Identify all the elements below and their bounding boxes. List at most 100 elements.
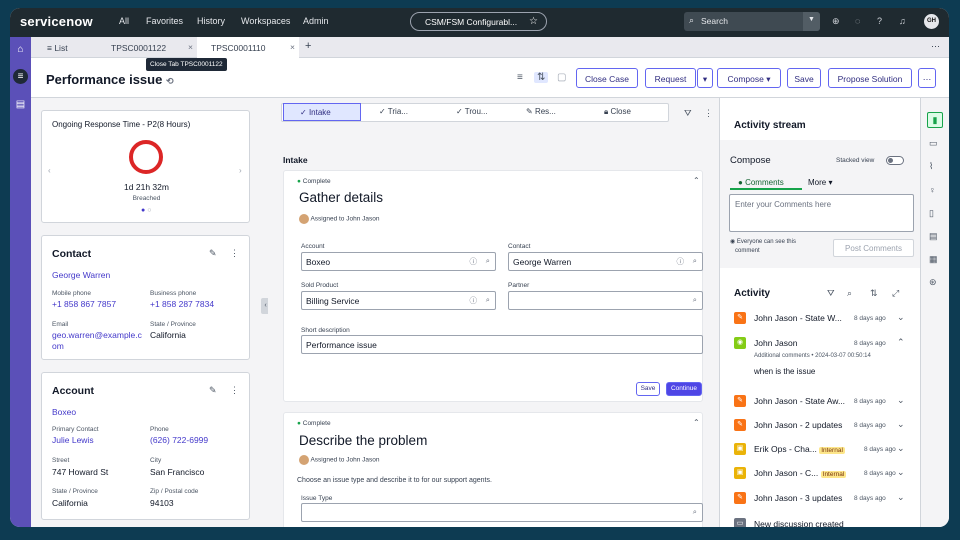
edit-icon[interactable]: ✎ bbox=[209, 385, 217, 396]
contact-name-link[interactable]: George Warren bbox=[52, 270, 110, 280]
chevron-down-icon[interactable]: ⌄ bbox=[897, 467, 905, 478]
account-field[interactable]: Boxeo ⓘ ⌕ bbox=[301, 252, 496, 271]
global-search-input[interactable]: ⌕ Search ▼ bbox=[684, 12, 820, 31]
search-icon[interactable]: ⌕ bbox=[693, 295, 697, 305]
flow-icon[interactable]: ⇅ bbox=[534, 72, 549, 83]
activity-item[interactable]: ✎ John Jason - 2 updates 8 days ago ⌄ bbox=[734, 417, 914, 437]
stage-intake[interactable]: ✓ Intake bbox=[283, 103, 361, 121]
issue-type-field[interactable]: ⌕ bbox=[301, 503, 703, 522]
nav-all[interactable]: All bbox=[119, 16, 129, 26]
carousel-dots[interactable]: ● ○ bbox=[141, 207, 151, 214]
inbox-icon[interactable]: ▤ bbox=[13, 97, 28, 112]
phone-link[interactable]: (626) 722-6999 bbox=[150, 435, 208, 445]
continue-button[interactable]: Continue bbox=[666, 382, 702, 396]
document-icon[interactable]: ▯ bbox=[929, 208, 934, 219]
email-link-wrap[interactable]: om bbox=[52, 341, 64, 351]
account-name-link[interactable]: Boxeo bbox=[52, 407, 76, 417]
chevron-down-icon[interactable]: ⌄ bbox=[897, 443, 905, 454]
info-icon[interactable]: ⓘ bbox=[470, 295, 478, 306]
sort-icon[interactable]: ⇅ bbox=[870, 288, 878, 299]
workspace-pill[interactable]: CSM/FSM Configurabl... ☆ bbox=[410, 12, 547, 31]
more-tab[interactable]: More ▾ bbox=[808, 178, 832, 187]
filter-icon[interactable]: ⛛ bbox=[684, 108, 692, 119]
edit-icon[interactable]: ✎ bbox=[209, 248, 217, 259]
search-icon[interactable]: ⌕ bbox=[847, 288, 852, 299]
email-link[interactable]: geo.warren@example.c bbox=[52, 330, 142, 340]
contact-field[interactable]: George Warren ⓘ ⌕ bbox=[508, 252, 703, 271]
search-icon[interactable]: ⌕ bbox=[486, 256, 490, 266]
stage-troubleshoot[interactable]: ✓ Trou... bbox=[456, 103, 516, 121]
chevron-down-icon[interactable]: ⌄ bbox=[897, 312, 905, 323]
search-scope-dropdown[interactable]: ▼ bbox=[803, 12, 820, 31]
activity-item[interactable]: ▣ John Jason - C... Internal 8 days ago … bbox=[734, 465, 914, 485]
activity-item[interactable]: ▭ New discussion created bbox=[734, 516, 914, 527]
add-tab-button[interactable]: + bbox=[305, 37, 321, 58]
filter-icon[interactable]: ⛛ bbox=[827, 288, 835, 299]
activity-item[interactable]: ✎ John Jason - State Aw... 8 days ago ⌄ bbox=[734, 393, 914, 413]
more-icon[interactable]: ⋮ bbox=[230, 248, 239, 259]
globe-icon[interactable]: ⊕ bbox=[832, 16, 840, 27]
more-actions-button[interactable]: ⋯ bbox=[918, 68, 936, 88]
comment-textarea[interactable]: Enter your Comments here bbox=[729, 194, 914, 232]
help-icon[interactable]: ? bbox=[877, 16, 882, 26]
folder-icon[interactable]: ▭ bbox=[929, 138, 938, 149]
chevron-up-icon[interactable]: ⌃ bbox=[897, 337, 905, 348]
request-button[interactable]: Request bbox=[645, 68, 696, 88]
nav-history[interactable]: History bbox=[197, 16, 225, 26]
user-avatar[interactable]: GH bbox=[924, 14, 939, 29]
chevron-down-icon[interactable]: ⌄ bbox=[897, 419, 905, 430]
primary-contact-link[interactable]: Julie Lewis bbox=[52, 435, 94, 445]
nav-favorites[interactable]: Favorites bbox=[146, 16, 183, 26]
chat-icon[interactable]: ◌ bbox=[855, 16, 860, 26]
close-icon[interactable]: × bbox=[188, 42, 193, 52]
tab-list[interactable]: ≡ List bbox=[37, 37, 95, 58]
home-icon[interactable]: ⌂ bbox=[13, 42, 28, 57]
copy-icon[interactable]: ⟲ bbox=[166, 76, 174, 86]
close-icon[interactable]: × bbox=[290, 42, 295, 52]
comments-tab[interactable]: ● Comments bbox=[730, 176, 802, 190]
stage-resolve[interactable]: ✎ Res... bbox=[526, 103, 586, 121]
more-icon[interactable]: ⋮ bbox=[230, 385, 239, 396]
tab-tpsc0001110[interactable]: TPSC0001110 × bbox=[197, 37, 299, 58]
calendar-icon[interactable]: ▦ bbox=[929, 254, 938, 265]
request-dropdown-icon[interactable]: ▾ bbox=[697, 68, 713, 88]
nav-workspaces[interactable]: Workspaces bbox=[241, 16, 290, 26]
settings-icon[interactable]: ⊛ bbox=[929, 277, 937, 288]
propose-solution-button[interactable]: Propose Solution bbox=[828, 68, 912, 88]
lightbulb-icon[interactable]: ♀ bbox=[929, 185, 936, 195]
activity-item[interactable]: ◉ John Jason 8 days ago ⌃ Additional com… bbox=[734, 335, 914, 383]
short-description-field[interactable]: Performance issue bbox=[301, 335, 703, 354]
chevron-left-icon[interactable]: ‹ bbox=[48, 166, 51, 175]
chevron-right-icon[interactable]: › bbox=[239, 166, 242, 175]
chevron-up-icon[interactable]: ⌃ bbox=[693, 418, 700, 427]
info-icon[interactable]: ⓘ bbox=[677, 256, 685, 267]
tab-tpsc0001122[interactable]: TPSC0001122 × bbox=[95, 37, 197, 58]
activity-stream-icon[interactable]: ▮ bbox=[927, 112, 943, 128]
stage-close[interactable]: 🔒︎ Close bbox=[604, 103, 664, 121]
chevron-up-icon[interactable]: ⌃ bbox=[693, 176, 700, 185]
save-button[interactable]: Save bbox=[787, 68, 821, 88]
activity-item[interactable]: ✎ John Jason - State W... 8 days ago ⌄ bbox=[734, 310, 914, 330]
star-icon[interactable]: ☆ bbox=[529, 16, 538, 27]
post-comments-button[interactable]: Post Comments bbox=[833, 239, 914, 257]
menu-icon[interactable]: ≡ bbox=[517, 72, 523, 83]
notes-icon[interactable]: ▤ bbox=[929, 231, 938, 242]
search-icon[interactable]: ⌕ bbox=[693, 256, 697, 266]
list-icon[interactable]: ≡ bbox=[13, 69, 28, 84]
chevron-down-icon[interactable]: ⌄ bbox=[897, 492, 905, 503]
compose-button[interactable]: Compose ▾ bbox=[717, 68, 781, 88]
search-icon[interactable]: ⌕ bbox=[693, 507, 697, 517]
attachment-icon[interactable]: ⌇ bbox=[929, 161, 933, 172]
activity-item[interactable]: ▣ Erik Ops - Cha... Internal 8 days ago … bbox=[734, 441, 914, 461]
activity-item[interactable]: ✎ John Jason - 3 updates 8 days ago ⌄ bbox=[734, 490, 914, 510]
chevron-down-icon[interactable]: ⌄ bbox=[897, 395, 905, 406]
search-icon[interactable]: ⌕ bbox=[486, 295, 490, 305]
section-save-button[interactable]: Save bbox=[636, 382, 660, 396]
partner-field[interactable]: ⌕ bbox=[508, 291, 703, 310]
business-phone-link[interactable]: +1 858 287 7834 bbox=[150, 299, 214, 309]
more-icon[interactable]: ⋮ bbox=[704, 108, 713, 119]
sold-product-field[interactable]: Billing Service ⓘ ⌕ bbox=[301, 291, 496, 310]
lock-icon[interactable]: ▢ bbox=[557, 72, 566, 83]
stacked-view-toggle[interactable] bbox=[886, 156, 904, 165]
more-icon[interactable]: ⋯ bbox=[931, 37, 945, 58]
